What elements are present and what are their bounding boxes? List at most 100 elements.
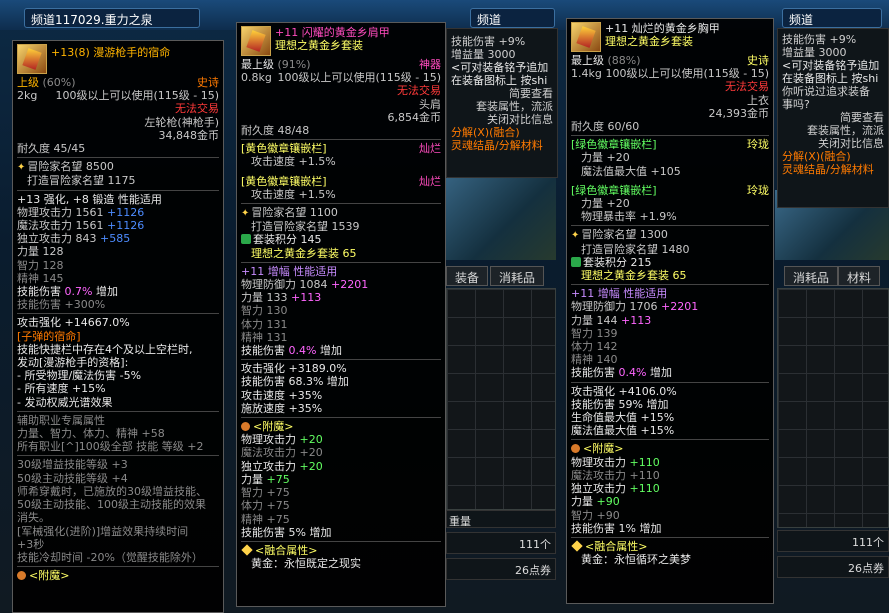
skill-dmg-2: 技能伤害 +300% (17, 298, 106, 312)
grade: 最上级 (241, 58, 274, 71)
grey-line: 50级主动技能、100级主动技能的效果 (17, 498, 206, 512)
level-req: 100级以上可以使用(115级 - 15) (605, 67, 769, 81)
grey-line: [军械强化(进阶)]增益效果持续时间 (17, 524, 189, 538)
weight-label: 重量 (449, 515, 471, 528)
emblem-stat: 物理暴击率 +1.9% (581, 210, 677, 224)
coupon-count: 26点券 (515, 564, 551, 577)
enchant-label: 物理攻击力 (571, 455, 626, 469)
item-type: 左轮枪(神枪手) (144, 115, 219, 129)
stat-label: 力量 128 (17, 245, 64, 259)
bullet-line: - 发动权威光谱效果 (17, 395, 113, 409)
bg-line: <可对装备铭予追加 (782, 59, 880, 72)
item-title: +11 闪耀的黄金乡肩甲 (275, 26, 390, 39)
enchant-label: 精神 (241, 512, 263, 526)
trade: 无法交易 (725, 80, 769, 94)
grey-line: +3秒 (17, 537, 45, 551)
channel-selector-3[interactable]: 频道 (782, 8, 882, 28)
skill-dmg-pct: 0.4% (288, 344, 317, 358)
grey-line: 50级主动技能等级 +4 (17, 471, 128, 485)
tab-materials[interactable]: 材料 (838, 266, 881, 286)
stat-label: 体力 142 (571, 340, 618, 354)
enchant: <附魔> (583, 442, 624, 456)
coupon-box-2: 26点券 (777, 556, 889, 578)
stat-label: 精神 131 (241, 330, 288, 344)
skill-dmg-pct: 0.4% (618, 366, 647, 380)
skill-dmg: 技能伤害 (241, 344, 285, 358)
enchant-label: 魔法攻击力 (241, 446, 296, 460)
fame-icon: ✦ (241, 208, 250, 220)
enchant-val: +110 (629, 468, 660, 482)
stat-bonus: +585 (100, 232, 131, 246)
inventory-grid-2[interactable] (777, 288, 889, 528)
channel-selector[interactable]: 频道117029.重力之泉 (24, 8, 200, 28)
revolver-icon (17, 44, 47, 74)
extra-line: 技能伤害 68.3% 增加 (241, 375, 349, 389)
coupon-count-2: 26点券 (848, 562, 884, 575)
compare-panel-left: 技能伤害 +9% 增益量 3000 <可对装备铭予追加 在装备图标上 按shi … (446, 28, 558, 178)
emblem-stat: 力量 +20 (581, 151, 630, 165)
bg-line: 关闭对比信息 (818, 137, 884, 150)
enchant: <附魔> (29, 569, 70, 583)
enhance-line: +11 增幅 性能适用 (241, 264, 338, 278)
support-line: 辅助职业专属属性 (17, 413, 105, 427)
bg-line: 技能伤害 +9% (451, 35, 526, 48)
bg-line: 分解(X)(融合) (451, 126, 520, 139)
set-name: 理想之黄金乡套装 65 (251, 246, 357, 260)
channel-selector-2[interactable]: 频道 (470, 8, 555, 28)
bg-line: 事吗? (782, 98, 810, 111)
inventory-grid[interactable] (446, 288, 556, 510)
enchant-val: +110 (629, 455, 660, 469)
weight: 0.8kg (241, 71, 272, 85)
tab-equipment[interactable]: 装备 (446, 266, 489, 286)
compare-panel-right: 技能伤害 +9% 增益量 3000 <可对装备铭予追加 在装备图标上 按shi … (777, 28, 889, 208)
emblem-stat: 魔法值最大值 +105 (581, 164, 681, 178)
fame-line: 冒险家名望 8500 (27, 160, 114, 174)
enchant-val: +75 (266, 499, 290, 513)
set-icon (571, 256, 581, 267)
skill-dmg-suffix: 增加 (319, 344, 342, 358)
stat-bonus: +1126 (107, 219, 145, 233)
count-box-2: 111个 (777, 530, 889, 552)
bg-line: 简要查看 (840, 111, 884, 124)
grade-pct: (60%) (42, 76, 76, 89)
item-tooltip-chest: +11 灿烂的黄金乡胸甲 理想之黄金乡套装 最上级 (88%) 史诗 1.4kg… (566, 18, 774, 604)
grade: 上级 (17, 76, 39, 89)
extra-line: 攻击强化 +3189.0% (241, 362, 347, 376)
emblem-tag: 玲珑 (747, 138, 769, 152)
enchant-label: 物理攻击力 (241, 433, 296, 447)
tab-consumables[interactable]: 消耗品 (490, 266, 545, 286)
emblem-title: [绿色徽章镶嵌栏] (571, 183, 657, 197)
attack-str: 攻击强化 +14667.0% (17, 316, 130, 330)
enchant-val: +110 (629, 482, 660, 496)
bg-line: 灵魂结晶/分解材料 (782, 163, 874, 176)
fusion: <融合属性> (255, 543, 318, 557)
stat-label: 独立攻击力 843 (17, 232, 97, 246)
stat-label: 物理防御力 1706 (571, 300, 658, 314)
grey-line: 师希穿戴时，已施放的30级增益技能、 (17, 484, 207, 498)
emblem-tag: 灿烂 (419, 174, 441, 188)
item-tooltip-weapon: +13(8) 漫游枪手的宿命 上级 (60%) 史诗 2kg 100级以上可以使… (12, 40, 224, 613)
stat-label: 力量 144 (571, 313, 618, 327)
tab-consumables-2[interactable]: 消耗品 (784, 266, 839, 286)
enchant-label: 魔法攻击力 (571, 468, 626, 482)
fame-icon: ✦ (17, 162, 26, 174)
trade: 无法交易 (397, 84, 441, 98)
weight: 1.4kg (571, 67, 602, 81)
bullet-line: 发动[漫游枪手的资格]: (17, 356, 129, 370)
bg-line: 你听说过追求装备 (782, 85, 870, 98)
support-line: 力量、智力、体力、精神 +58 (17, 427, 165, 441)
skill-dmg: 技能伤害 (17, 285, 61, 299)
weight-bar: 重量 (446, 510, 556, 528)
price: 34,848金币 (158, 128, 220, 142)
enchant-val: +75 (266, 472, 290, 486)
bg-line: 简要查看 (509, 87, 553, 100)
enchant-skill: 技能伤害 5% 增加 (241, 525, 332, 539)
bg-line: 灵魂结晶/分解材料 (451, 139, 543, 152)
item-set: 理想之黄金乡套装 (275, 39, 363, 53)
item-type: 上衣 (747, 93, 769, 107)
enchant-icon (571, 444, 580, 454)
extra-line: 魔法值最大值 +15% (571, 424, 675, 438)
stat-label: 魔法攻击力 1561 (17, 219, 104, 233)
extra-line: 攻击速度 +35% (241, 388, 323, 402)
enchant: <附魔> (253, 420, 294, 434)
